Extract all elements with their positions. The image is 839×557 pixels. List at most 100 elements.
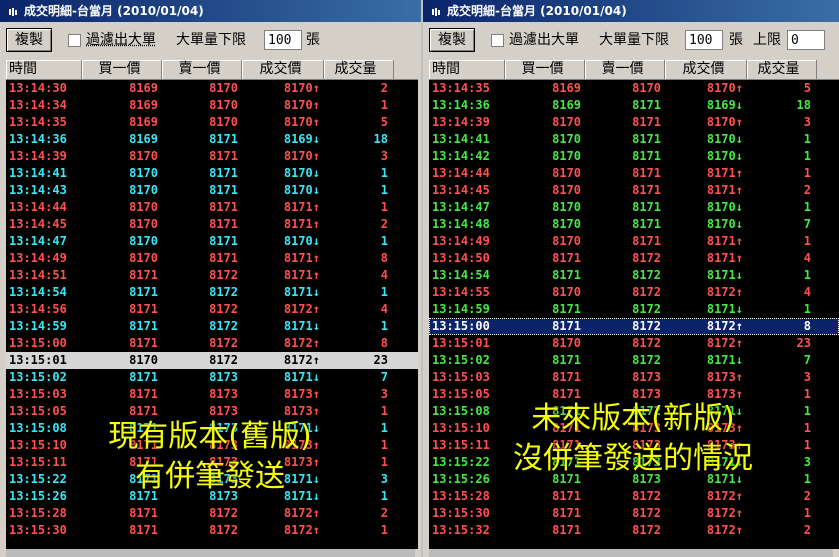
table-row[interactable]: 13:14:54 8171 8172 8171↓ 1 bbox=[429, 267, 839, 284]
table-row[interactable]: 13:15:30 8171 8172 8172↑ 1 bbox=[429, 505, 839, 522]
copy-button[interactable]: 複製 bbox=[429, 28, 475, 52]
time-cell: 13:15:11 bbox=[9, 455, 67, 469]
table-row[interactable]: 13:14:49 8170 8171 8171↑ 8 bbox=[6, 250, 418, 267]
threshold-input[interactable]: 100 bbox=[685, 30, 723, 50]
table-row[interactable]: 13:14:49 8170 8171 8171↑ 1 bbox=[429, 233, 839, 250]
table-row[interactable]: 13:14:39 8170 8171 8170↑ 3 bbox=[6, 148, 418, 165]
table-row[interactable]: 13:14:36 8169 8171 8169↓ 18 bbox=[6, 131, 418, 148]
table-row[interactable]: 13:15:03 8171 8173 8173↑ 3 bbox=[429, 369, 839, 386]
arrow-up-icon: ↑ bbox=[312, 115, 320, 129]
table-row[interactable]: 13:14:41 8170 8171 8170↓ 1 bbox=[6, 165, 418, 182]
horizontal-scrollbar[interactable] bbox=[429, 549, 833, 557]
trade-grid[interactable]: 時間 買一價 賣一價 成交價 成交量 13:14:30 8169 8170 8170↑… bbox=[6, 60, 418, 549]
table-row[interactable]: 13:15:08 8171 8173 8171↓ 1 bbox=[6, 420, 418, 437]
col-price-header[interactable]: 成交價 bbox=[665, 60, 747, 79]
price-value: 8170 bbox=[283, 98, 313, 112]
filter-large-checkbox[interactable] bbox=[491, 34, 504, 47]
price-cell: 8171↓ bbox=[242, 369, 324, 386]
col-price-header[interactable]: 成交價 bbox=[242, 60, 324, 79]
table-row[interactable]: 13:15:02 8171 8173 8171↓ 7 bbox=[6, 369, 418, 386]
col-time-header[interactable]: 時間 bbox=[429, 60, 505, 79]
trade-grid[interactable]: 時間 買一價 賣一價 成交價 成交量 13:14:35 8169 8170 8170↑… bbox=[429, 60, 839, 549]
table-row[interactable]: 13:15:28 8171 8172 8172↑ 2 bbox=[6, 505, 418, 522]
table-row[interactable]: 13:15:26 8171 8173 8171↓ 1 bbox=[429, 471, 839, 488]
table-row[interactable]: 13:15:10 8171 8173 8173↑ 1 bbox=[6, 437, 418, 454]
col-bid-header[interactable]: 買一價 bbox=[505, 60, 585, 79]
filter-large-label[interactable]: 過濾出大單 bbox=[509, 28, 579, 52]
upper-limit-input[interactable]: 0 bbox=[787, 30, 825, 50]
table-row[interactable]: 13:14:54 8171 8172 8171↓ 1 bbox=[6, 284, 418, 301]
table-row[interactable]: 13:15:30 8171 8172 8172↑ 1 bbox=[6, 522, 418, 539]
threshold-label: 大單量下限 bbox=[176, 32, 246, 48]
table-row[interactable]: 13:14:36 8169 8171 8169↓ 18 bbox=[429, 97, 839, 114]
table-row[interactable]: 13:14:35 8169 8170 8170↑ 5 bbox=[429, 80, 839, 97]
col-volume-header[interactable]: 成交量 bbox=[324, 60, 394, 79]
price-cell: 8172↑ bbox=[242, 505, 324, 522]
table-row[interactable]: 13:15:10 8171 8173 8173↑ 1 bbox=[429, 420, 839, 437]
table-row[interactable]: 13:14:44 8170 8171 8171↑ 1 bbox=[6, 199, 418, 216]
ask-cell: 8172 bbox=[632, 506, 661, 520]
table-row[interactable]: 13:15:02 8171 8172 8171↓ 7 bbox=[429, 352, 839, 369]
table-row[interactable]: 13:14:48 8170 8171 8170↓ 7 bbox=[429, 216, 839, 233]
horizontal-scrollbar[interactable] bbox=[6, 549, 415, 557]
table-row[interactable]: 13:14:47 8170 8171 8170↓ 1 bbox=[6, 233, 418, 250]
ask-cell: 8171 bbox=[632, 200, 661, 214]
table-row[interactable]: 13:15:11 8171 8173 8173↑ 1 bbox=[6, 454, 418, 471]
col-volume-header[interactable]: 成交量 bbox=[747, 60, 817, 79]
col-time-header[interactable]: 時間 bbox=[6, 60, 82, 79]
ask-cell: 8171 bbox=[209, 149, 238, 163]
copy-button[interactable]: 複製 bbox=[6, 28, 52, 52]
table-row[interactable]: 13:14:41 8170 8171 8170↓ 1 bbox=[429, 131, 839, 148]
table-row[interactable]: 13:15:26 8171 8173 8171↓ 1 bbox=[6, 488, 418, 505]
bid-cell: 8171 bbox=[552, 268, 581, 282]
price-value: 8170 bbox=[706, 149, 736, 163]
table-row[interactable]: 13:14:30 8169 8170 8170↑ 2 bbox=[6, 80, 418, 97]
table-row[interactable]: 13:14:51 8171 8172 8171↑ 4 bbox=[6, 267, 418, 284]
volume-cell: 1 bbox=[803, 268, 811, 282]
table-row[interactable]: 13:14:55 8170 8172 8172↑ 4 bbox=[429, 284, 839, 301]
table-row[interactable]: 13:15:01 8170 8172 8172↑ 23 bbox=[429, 335, 839, 352]
table-row[interactable]: 13:14:39 8170 8171 8170↑ 3 bbox=[429, 114, 839, 131]
window-titlebar[interactable]: 成交明細-台當月 (2010/01/04) bbox=[423, 0, 839, 22]
table-row[interactable]: 13:14:44 8170 8171 8171↑ 1 bbox=[429, 165, 839, 182]
table-row[interactable]: 13:15:00 8171 8172 8172↑ 8 bbox=[429, 318, 839, 335]
table-row[interactable]: 13:15:28 8171 8172 8172↑ 2 bbox=[429, 488, 839, 505]
table-row[interactable]: 13:14:47 8170 8171 8170↓ 1 bbox=[429, 199, 839, 216]
table-row[interactable]: 13:14:56 8171 8172 8172↑ 4 bbox=[6, 301, 418, 318]
filter-large-label[interactable]: 過濾出大單 bbox=[86, 28, 156, 52]
table-row[interactable]: 13:14:45 8170 8171 8171↑ 2 bbox=[6, 216, 418, 233]
table-row[interactable]: 13:15:00 8171 8172 8172↑ 8 bbox=[6, 335, 418, 352]
volume-cell: 3 bbox=[803, 370, 811, 384]
table-row[interactable]: 13:15:01 8170 8172 8172↑ 23 bbox=[6, 352, 418, 369]
col-ask-header[interactable]: 賣一價 bbox=[585, 60, 665, 79]
arrow-up-icon: ↑ bbox=[312, 149, 320, 163]
table-row[interactable]: 13:15:32 8171 8172 8172↑ 2 bbox=[429, 522, 839, 539]
table-row[interactable]: 13:15:22 8171 8173 8171↓ 3 bbox=[6, 471, 418, 488]
table-row[interactable]: 13:15:05 8171 8173 8173↑ 1 bbox=[429, 386, 839, 403]
table-row[interactable]: 13:14:59 8171 8172 8171↓ 1 bbox=[6, 318, 418, 335]
table-row[interactable]: 13:14:42 8170 8171 8170↓ 1 bbox=[429, 148, 839, 165]
table-row[interactable]: 13:15:22 8171 8173 8171↓ 3 bbox=[429, 454, 839, 471]
table-row[interactable]: 13:14:59 8171 8172 8171↓ 1 bbox=[429, 301, 839, 318]
volume-cell: 4 bbox=[380, 302, 388, 316]
bid-cell: 8170 bbox=[129, 166, 158, 180]
col-ask-header[interactable]: 賣一價 bbox=[162, 60, 242, 79]
table-row[interactable]: 13:14:43 8170 8171 8170↓ 1 bbox=[6, 182, 418, 199]
table-row[interactable]: 13:14:50 8171 8172 8171↑ 4 bbox=[429, 250, 839, 267]
price-cell: 8171↓ bbox=[242, 471, 324, 488]
table-row[interactable]: 13:15:05 8171 8173 8173↑ 1 bbox=[6, 403, 418, 420]
table-row[interactable]: 13:15:11 8171 8173 8173↑ 1 bbox=[429, 437, 839, 454]
bid-cell: 8169 bbox=[129, 132, 158, 146]
arrow-up-icon: ↑ bbox=[735, 370, 743, 384]
col-bid-header[interactable]: 買一價 bbox=[82, 60, 162, 79]
filter-large-checkbox[interactable] bbox=[68, 34, 81, 47]
table-row[interactable]: 13:14:35 8169 8170 8170↑ 5 bbox=[6, 114, 418, 131]
table-row[interactable]: 13:14:45 8170 8171 8171↑ 2 bbox=[429, 182, 839, 199]
table-row[interactable]: 13:14:34 8169 8170 8170↑ 1 bbox=[6, 97, 418, 114]
threshold-input[interactable]: 100 bbox=[264, 30, 302, 50]
time-cell: 13:15:10 bbox=[9, 438, 67, 452]
window-titlebar[interactable]: 成交明細-台當月 (2010/01/04) bbox=[0, 0, 421, 22]
table-row[interactable]: 13:15:03 8171 8173 8173↑ 3 bbox=[6, 386, 418, 403]
arrow-up-icon: ↑ bbox=[735, 81, 743, 95]
table-row[interactable]: 13:15:08 8171 8172 8171↓ 1 bbox=[429, 403, 839, 420]
